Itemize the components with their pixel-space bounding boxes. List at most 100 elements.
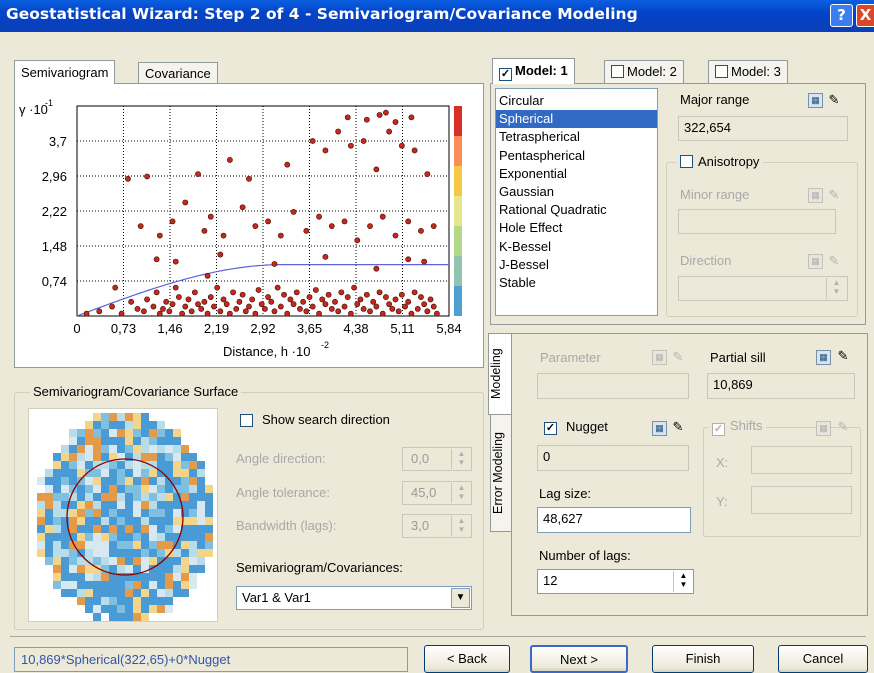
close-button[interactable]: X [856,4,874,27]
data-point [402,303,408,310]
surface-cell [133,525,141,533]
partial-sill-field[interactable]: 10,869 [707,373,855,399]
surface-cell [61,573,69,581]
tab-error-modeling[interactable]: Error Modeling [490,414,512,532]
data-point [153,256,160,263]
data-point [383,109,389,116]
tab-modeling[interactable]: Modeling [488,333,512,415]
model-list-item[interactable]: Tetraspherical [496,128,657,146]
data-point [246,303,252,310]
pencil-icon[interactable]: ✎ [827,254,841,269]
footer-divider [10,636,866,637]
shift-y-field[interactable] [751,486,852,514]
pencil-icon[interactable]: ✎ [827,93,841,108]
surface-cell [45,493,53,501]
calculator-icon[interactable]: ▦ [816,350,831,365]
model-list-item[interactable]: Rational Quadratic [496,201,657,219]
calculator-icon[interactable]: ▦ [816,421,831,436]
surface-cell [149,437,157,445]
pencil-icon[interactable]: ✎ [671,420,685,435]
angle-tolerance-spinner[interactable]: ▲ ▼ [451,483,471,503]
major-range-field[interactable]: 322,654 [678,116,848,141]
cancel-button[interactable]: Cancel [778,645,868,673]
direction-spinner[interactable]: ▲ ▼ [826,278,846,299]
shifts-checkbox[interactable]: ✓ [712,423,725,436]
model-list-item[interactable]: Spherical [496,110,657,129]
back-button[interactable]: < Back [424,645,510,673]
surface-cell [77,517,85,525]
minor-range-field[interactable] [678,209,836,234]
surface-cell [149,421,157,429]
chevron-down-icon[interactable]: ▼ [451,588,470,608]
surface-cell [53,517,61,525]
anisotropy-checkbox[interactable] [680,155,693,168]
surface-cell [133,589,141,597]
model-list-item[interactable]: Exponential [496,165,657,183]
surface-cell [149,541,157,549]
nugget-checkbox[interactable]: ✓ [544,422,557,435]
number-of-lags-spinner[interactable]: ▲ ▼ [673,571,693,592]
tab-semivariogram[interactable]: Semivariogram [14,60,116,84]
surface-cell [53,493,61,501]
finish-button[interactable]: Finish [652,645,754,673]
help-button[interactable]: ? [830,4,853,27]
model-list-item[interactable]: Pentaspherical [496,147,657,165]
model-list-item[interactable]: Gaussian [496,183,657,201]
model-list-item[interactable]: Stable [496,274,657,292]
data-point [341,218,348,225]
surface-cell [157,437,165,445]
data-point [220,232,227,239]
pencil-icon[interactable]: ✎ [836,349,850,364]
data-point [376,289,383,296]
tab-model-1[interactable]: ✓ Model: 1 [492,58,575,84]
shift-x-field[interactable] [751,446,852,474]
model-list-item[interactable]: Hole Effect [496,219,657,237]
lag-size-field[interactable]: 48,627 [537,507,691,533]
surface-cell [197,509,205,517]
surface-cell [165,453,173,461]
surface-cell [85,581,93,589]
direction-field[interactable] [678,276,848,301]
pencil-icon[interactable]: ✎ [827,188,841,203]
model-list[interactable]: Circular Spherical Tetraspherical Pentasphe… [495,88,658,316]
data-point [405,298,412,305]
surface-cell [125,613,133,621]
calculator-icon[interactable]: ▦ [808,188,823,203]
pencil-icon[interactable]: ✎ [836,420,850,435]
surface-cell [77,581,85,589]
model-list-item[interactable]: J-Bessel [496,256,657,274]
data-point [405,218,412,225]
surface-cell [53,533,61,541]
title-bar: Geostatistical Wizard: Step 2 of 4 - Sem… [0,0,874,32]
parameter-field[interactable] [537,373,689,399]
data-point [109,303,115,310]
surface-cell [109,565,117,573]
calculator-icon[interactable]: ▦ [808,254,823,269]
calculator-icon[interactable]: ▦ [652,350,667,365]
anisotropy-label: Anisotropy [698,154,760,169]
show-search-direction-checkbox[interactable] [240,414,253,427]
model-list-item[interactable]: K-Bessel [496,238,657,256]
partial-sill-label: Partial sill [710,350,766,365]
surface-cell [45,525,53,533]
number-of-lags-field[interactable]: 12 [537,569,694,594]
calculator-icon[interactable]: ▦ [652,421,667,436]
tab-model-3[interactable]: Model: 3 [708,60,788,84]
tab-covariance[interactable]: Covariance [138,62,218,84]
surface-cell [69,549,77,557]
nugget-field[interactable]: 0 [537,445,689,471]
surface-cell [141,557,149,565]
angle-direction-spinner[interactable]: ▲ ▼ [451,449,471,469]
semivariogram-covariances-select[interactable]: Var1 & Var1 [236,586,472,610]
next-button[interactable]: Next > [530,645,628,673]
surface-cell [181,533,189,541]
bandwidth-spinner[interactable]: ▲ ▼ [451,516,471,536]
surface-cell [117,413,125,421]
calculator-icon[interactable]: ▦ [808,93,823,108]
model-list-item[interactable]: Circular [496,92,657,110]
surface-cell [181,581,189,589]
surface-cell [61,589,69,597]
tab-model-2[interactable]: Model: 2 [604,60,684,84]
pencil-icon[interactable]: ✎ [671,350,685,365]
surface-cell [157,525,165,533]
